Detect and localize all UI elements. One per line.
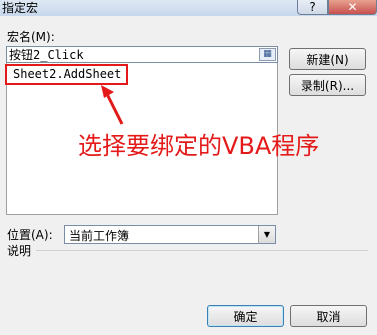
annotation-arrow-icon [101,85,124,125]
close-button[interactable]: ✕ [328,0,377,15]
macro-name-field[interactable]: ▦ [6,46,278,63]
annotation-text: 选择要绑定的VBA程序 [78,132,320,160]
help-icon: ? [309,0,316,14]
annotation-highlight-box [5,64,128,85]
location-label: 位置(A): [7,228,53,242]
ok-button[interactable]: 确定 [207,305,284,327]
assign-macro-dialog: 指定宏 ? ✕ 宏名(M): ▦ Sheet2.AddSheet 选择要绑定的V… [0,0,377,335]
range-picker-icon[interactable]: ▦ [259,48,276,61]
description-label: 说明 [7,244,32,258]
location-value: 当前工作簿 [69,229,130,243]
location-select[interactable]: 当前工作簿 ▼ [64,225,276,244]
title-bar: 指定宏 ? ✕ [0,0,377,16]
new-button[interactable]: 新建(N) [289,48,366,70]
description-divider [36,250,368,251]
window-title: 指定宏 [2,1,39,15]
cancel-button[interactable]: 取消 [290,305,367,327]
chevron-down-icon[interactable]: ▼ [258,226,275,243]
macro-name-label: 宏名(M): [7,30,55,44]
help-button[interactable]: ? [297,0,328,15]
close-icon: ✕ [347,0,358,14]
description-text [6,260,368,298]
record-button[interactable]: 录制(R)... [289,74,366,96]
macro-name-input[interactable] [7,47,261,62]
